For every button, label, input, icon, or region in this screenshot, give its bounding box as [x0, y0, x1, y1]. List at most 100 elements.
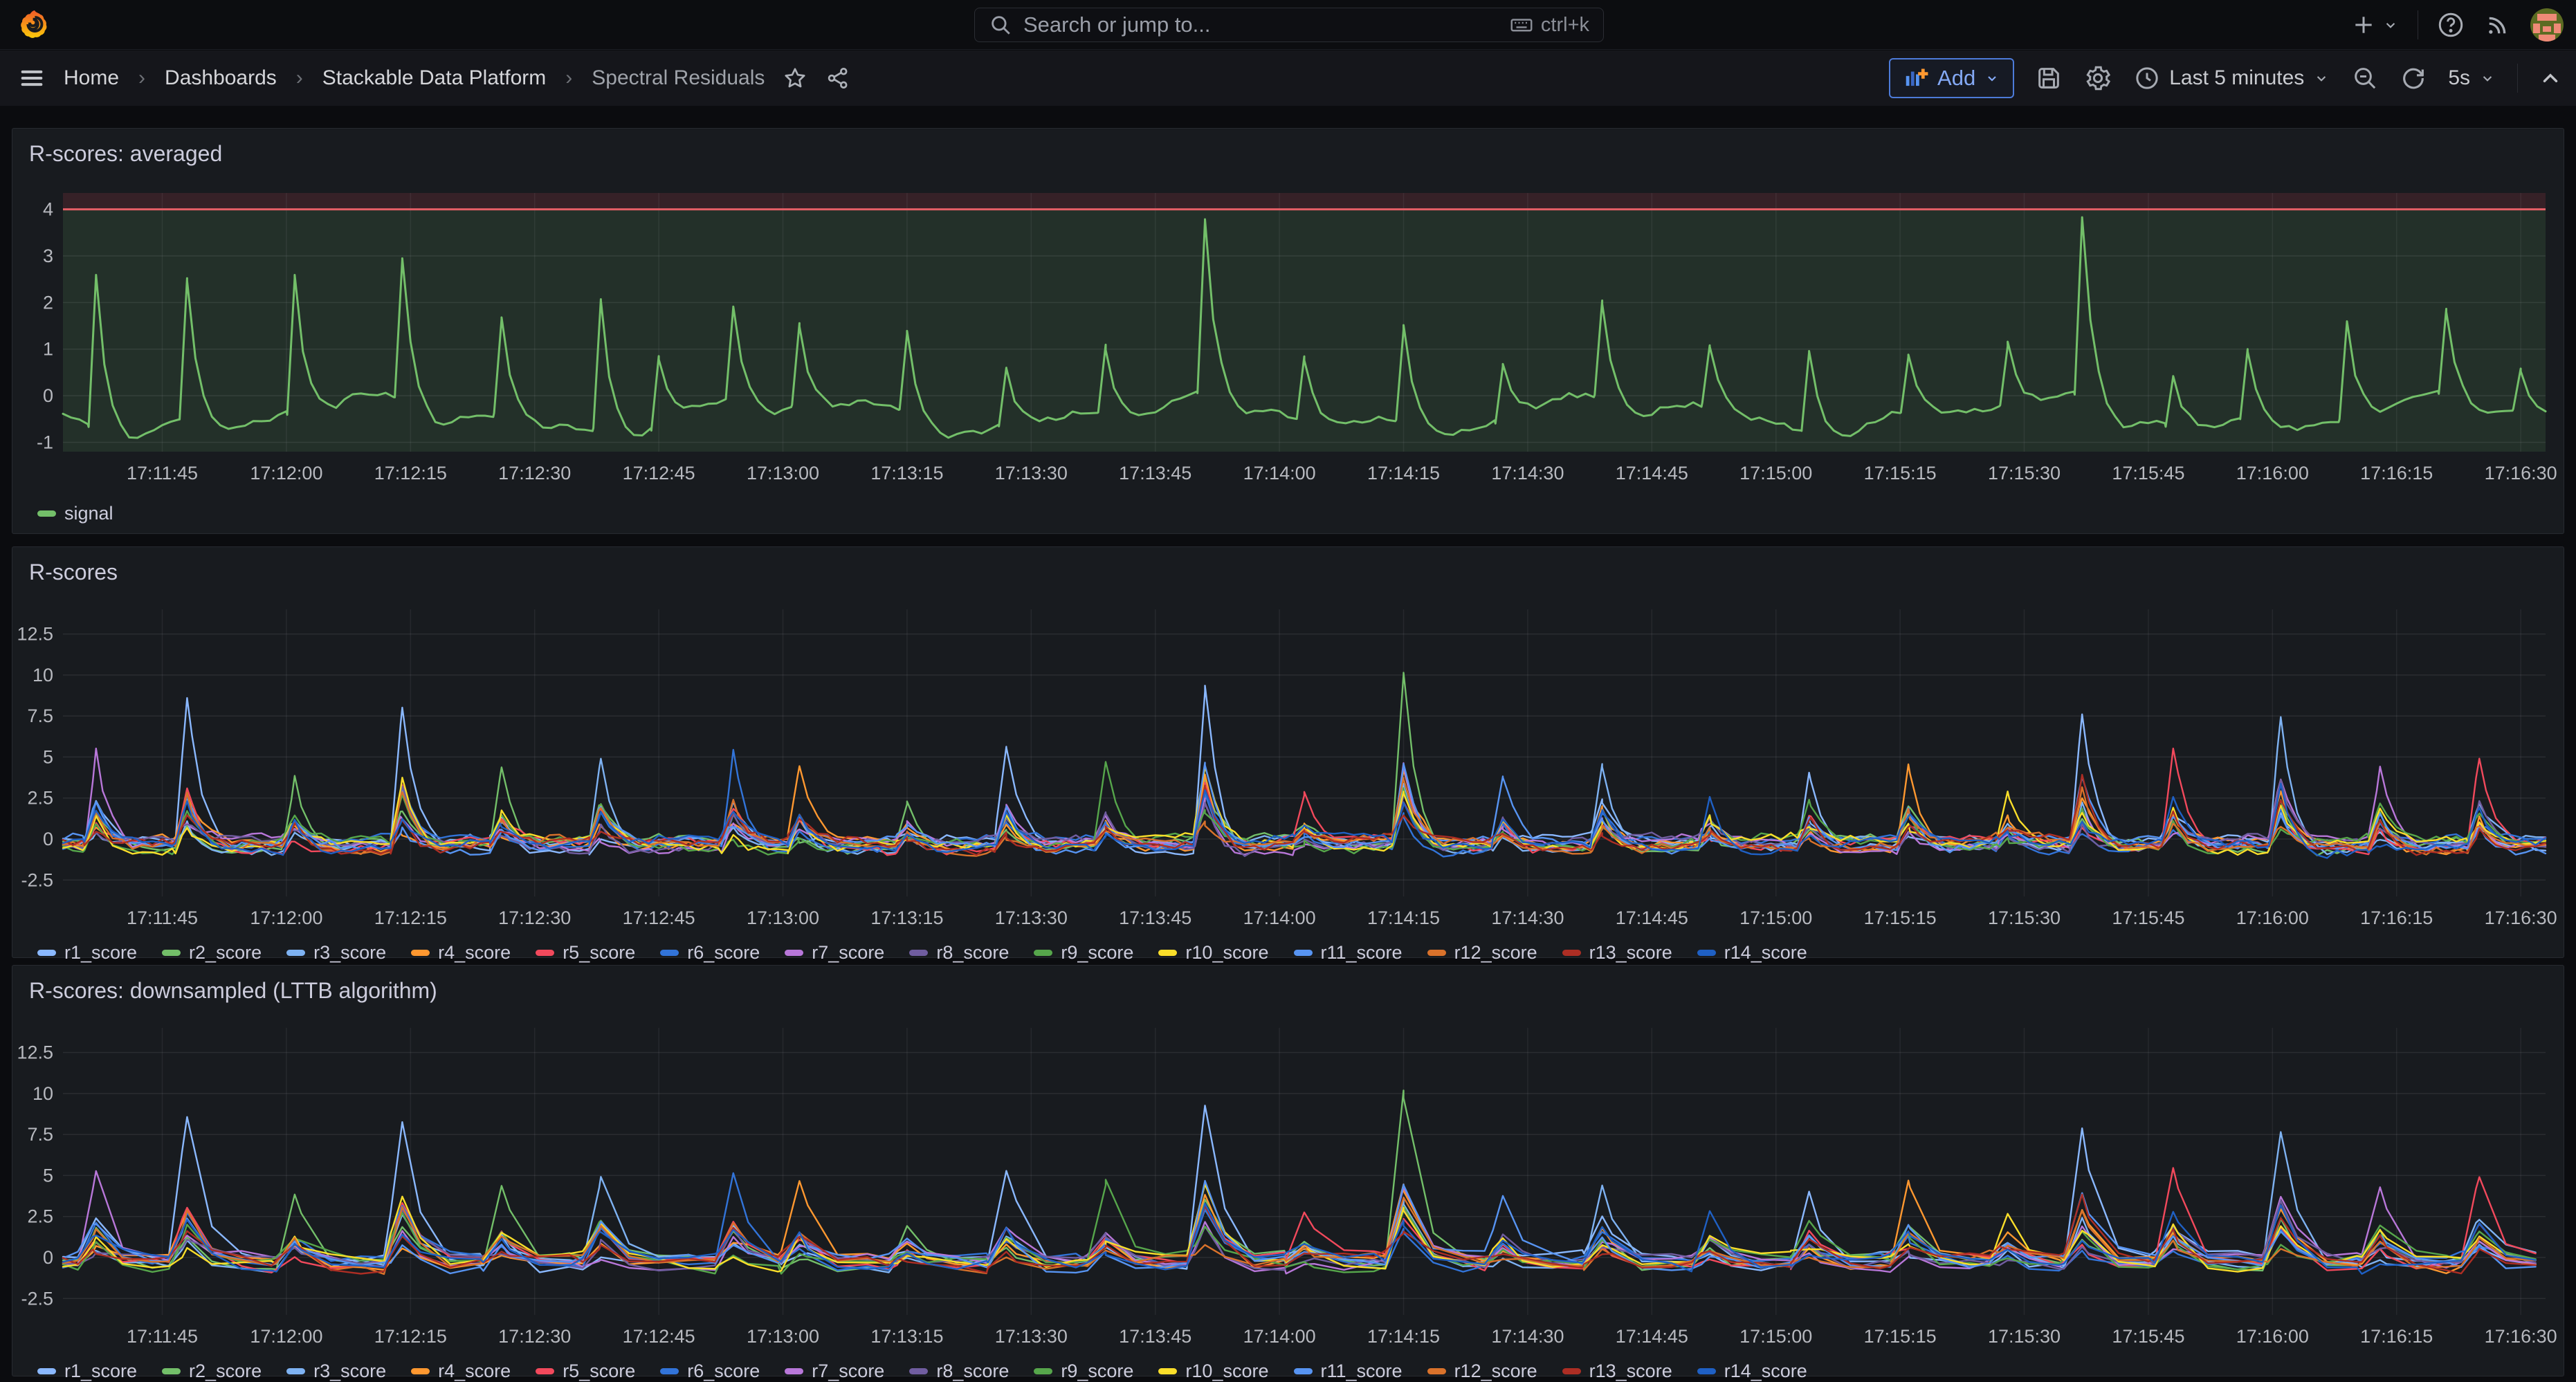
- legend-item-r11_score[interactable]: r11_score: [1294, 1361, 1403, 1382]
- panel-r-scores-averaged: R-scores: averaged 43210-117:11:4517:12:…: [12, 128, 2564, 534]
- legend-item-r13_score[interactable]: r13_score: [1562, 942, 1672, 964]
- x-axis-tick: 17:16:15: [2360, 463, 2433, 483]
- y-axis-tick: -1: [37, 432, 53, 453]
- panel-r-scores-downsampled: R-scores: downsampled (LTTB algorithm) 1…: [12, 965, 2564, 1376]
- legend-item-r7_score[interactable]: r7_score: [785, 942, 884, 964]
- legend-item-r14_score[interactable]: r14_score: [1697, 1361, 1807, 1382]
- x-axis-tick: 17:12:00: [250, 463, 322, 483]
- x-axis-tick: 17:13:45: [1119, 1326, 1191, 1347]
- share-icon[interactable]: [825, 66, 850, 91]
- legend-label: r14_score: [1724, 1361, 1807, 1382]
- y-axis-tick: 12.5: [17, 1042, 53, 1063]
- legend-item-r3_score[interactable]: r3_score: [286, 942, 386, 964]
- refresh-interval-dropdown[interactable]: 5s: [2448, 66, 2496, 90]
- breadcrumb-home[interactable]: Home: [64, 66, 119, 90]
- legend-item-r5_score[interactable]: r5_score: [536, 1361, 635, 1382]
- legend-label: r12_score: [1454, 942, 1537, 964]
- chevron-down-icon: [1984, 70, 2000, 86]
- legend-item-r9_score[interactable]: r9_score: [1034, 1361, 1133, 1382]
- legend-item-r10_score[interactable]: r10_score: [1158, 942, 1268, 964]
- y-axis-tick: 2.5: [27, 1206, 53, 1227]
- x-axis-tick: 17:16:30: [2485, 1326, 2557, 1347]
- y-axis-tick: 5: [43, 1165, 53, 1186]
- menu-hamburger-icon[interactable]: [18, 64, 46, 92]
- legend-item-r1_score[interactable]: r1_score: [37, 1361, 137, 1382]
- timeseries-chart[interactable]: 12.5107.552.50-2.517:11:4517:12:0017:12:…: [12, 589, 2565, 934]
- legend-label: r1_score: [64, 942, 137, 964]
- y-axis-tick: 12.5: [17, 624, 53, 645]
- timeseries-chart[interactable]: 43210-117:11:4517:12:0017:12:1517:12:301…: [12, 170, 2565, 495]
- legend-swatch: [536, 1368, 554, 1374]
- legend-label: signal: [64, 503, 113, 524]
- grafana-logo-icon[interactable]: [18, 8, 51, 42]
- user-avatar[interactable]: [2530, 8, 2564, 42]
- legend-item-r2_score[interactable]: r2_score: [162, 942, 262, 964]
- x-axis-tick: 17:16:15: [2360, 1326, 2433, 1347]
- legend-item-r10_score[interactable]: r10_score: [1158, 1361, 1268, 1382]
- add-menu-button[interactable]: [2350, 11, 2400, 39]
- legend-item-r12_score[interactable]: r12_score: [1427, 942, 1537, 964]
- legend-item-r4_score[interactable]: r4_score: [411, 942, 511, 964]
- star-icon[interactable]: [783, 66, 807, 91]
- x-axis-tick: 17:12:15: [374, 907, 447, 928]
- legend-item-r7_score[interactable]: r7_score: [785, 1361, 884, 1382]
- news-rss-icon[interactable]: [2483, 10, 2512, 39]
- x-axis-tick: 17:16:00: [2236, 907, 2309, 928]
- x-axis-tick: 17:13:15: [870, 463, 943, 483]
- x-axis-tick: 17:14:15: [1367, 907, 1440, 928]
- x-axis-tick: 17:16:30: [2485, 463, 2557, 483]
- zoom-out-icon[interactable]: [2351, 64, 2379, 92]
- x-axis-tick: 17:16:15: [2360, 907, 2433, 928]
- legend-swatch: [286, 950, 305, 956]
- add-panel-button[interactable]: Add: [1889, 58, 2014, 98]
- x-axis-tick: 17:15:15: [1864, 1326, 1937, 1347]
- legend-item-r8_score[interactable]: r8_score: [909, 942, 1009, 964]
- legend-label: r6_score: [687, 942, 760, 964]
- legend-item-r3_score[interactable]: r3_score: [286, 1361, 386, 1382]
- y-axis-tick: -2.5: [21, 869, 53, 890]
- legend-label: r2_score: [189, 942, 262, 964]
- settings-gear-icon[interactable]: [2083, 64, 2112, 93]
- legend-swatch: [162, 950, 181, 956]
- legend-label: r7_score: [812, 942, 884, 964]
- legend-item-r6_score[interactable]: r6_score: [660, 942, 760, 964]
- x-axis-tick: 17:15:30: [1988, 463, 2061, 483]
- legend-item-r12_score[interactable]: r12_score: [1427, 1361, 1537, 1382]
- legend-item-r6_score[interactable]: r6_score: [660, 1361, 760, 1382]
- legend-item-r8_score[interactable]: r8_score: [909, 1361, 1009, 1382]
- x-axis-tick: 17:12:15: [374, 1326, 447, 1347]
- x-axis-tick: 17:12:30: [498, 907, 571, 928]
- legend-swatch: [1158, 950, 1177, 956]
- legend-item-r13_score[interactable]: r13_score: [1562, 1361, 1672, 1382]
- breadcrumb-folder[interactable]: Stackable Data Platform: [322, 66, 546, 90]
- legend-item-r14_score[interactable]: r14_score: [1697, 942, 1807, 964]
- legend-swatch: [37, 950, 56, 956]
- legend-item-signal[interactable]: signal: [37, 503, 113, 524]
- search-input[interactable]: Search or jump to... ctrl+k: [974, 8, 1604, 42]
- y-axis-tick: 1: [43, 339, 53, 360]
- kiosk-chevron-up-icon[interactable]: [2539, 66, 2562, 90]
- legend-swatch: [37, 510, 56, 517]
- save-dashboard-icon[interactable]: [2035, 64, 2063, 92]
- refresh-icon[interactable]: [2400, 64, 2427, 92]
- x-axis-tick: 17:15:30: [1988, 907, 2061, 928]
- breadcrumb-dashboards[interactable]: Dashboards: [165, 66, 277, 90]
- legend-swatch: [909, 950, 928, 956]
- help-icon[interactable]: [2436, 10, 2465, 39]
- legend-item-r1_score[interactable]: r1_score: [37, 942, 137, 964]
- y-axis-tick: 0: [43, 1247, 53, 1268]
- plus-icon: [2350, 11, 2377, 39]
- legend-item-r9_score[interactable]: r9_score: [1034, 942, 1133, 964]
- legend-item-r5_score[interactable]: r5_score: [536, 942, 635, 964]
- time-range-picker[interactable]: Last 5 minutes: [2133, 64, 2330, 92]
- legend-label: r4_score: [438, 942, 511, 964]
- legend-item-r2_score[interactable]: r2_score: [162, 1361, 262, 1382]
- legend-label: r11_score: [1321, 942, 1403, 964]
- x-axis-tick: 17:16:00: [2236, 463, 2309, 483]
- legend-swatch: [660, 950, 679, 956]
- x-axis-tick: 17:14:30: [1491, 463, 1564, 483]
- series-line-r10_score: [63, 1184, 2536, 1271]
- timeseries-chart[interactable]: 12.5107.552.50-2.517:11:4517:12:0017:12:…: [12, 1007, 2565, 1353]
- legend-item-r4_score[interactable]: r4_score: [411, 1361, 511, 1382]
- legend-item-r11_score[interactable]: r11_score: [1294, 942, 1403, 964]
